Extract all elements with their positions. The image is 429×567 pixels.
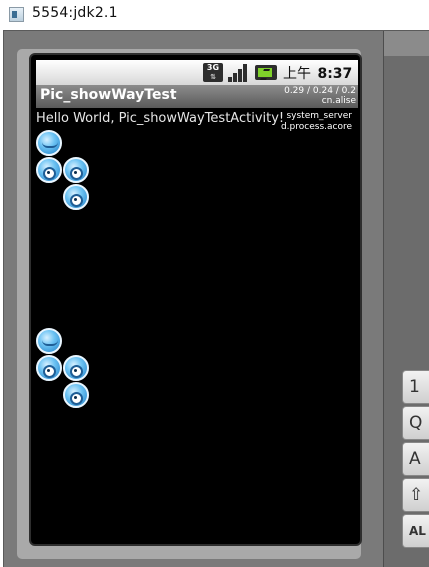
key-shift[interactable]: ⇧	[402, 478, 429, 512]
window-titlebar[interactable]: 5554:jdk2.1	[0, 0, 429, 30]
blob-character-icon	[36, 130, 62, 156]
status-clock: 上午 8:37	[283, 63, 352, 83]
status-bar[interactable]: 3G ⇅ 上午 8:37	[36, 60, 358, 85]
app-title: Pic_showWayTest	[40, 87, 177, 103]
hello-text: Hello World, Pic_showWayTestActivity!	[36, 111, 285, 126]
phone-screen: 3G ⇅ 上午 8:37 Pic_showWayTest 0.29 / 0.24…	[29, 53, 362, 546]
side-panel-header	[384, 31, 429, 56]
key-q[interactable]: Q	[402, 406, 429, 440]
cpu-process: cn.alise	[321, 96, 356, 106]
network-badge: 3G	[206, 63, 220, 72]
blob-character-icon	[63, 184, 89, 210]
battery-icon	[255, 65, 277, 80]
blob-character-icon	[36, 355, 62, 381]
time-value: 8:37	[317, 66, 353, 82]
blob-character-icon	[63, 382, 89, 408]
data-arrows-icon: ⇅	[210, 73, 216, 81]
window-title: 5554:jdk2.1	[32, 5, 118, 21]
signal-icon	[227, 63, 249, 82]
app-titlebar: Pic_showWayTest 0.29 / 0.24 / 0.2 cn.ali…	[36, 85, 358, 108]
process-label-1: system_server	[286, 111, 352, 121]
blob-character-icon	[36, 328, 62, 354]
blob-character-icon	[63, 157, 89, 183]
3g-icon: 3G ⇅	[203, 63, 223, 82]
blob-character-icon	[36, 157, 62, 183]
desktop: 5554:jdk2.1 1 Q A ⇧ AL 3G ⇅ 上午 8:37 Pic_…	[0, 0, 429, 567]
time-prefix: 上午	[283, 66, 311, 82]
key-alt[interactable]: AL	[402, 514, 429, 548]
cpu-load: 0.29 / 0.24 / 0.2	[284, 86, 356, 96]
process-label-2: d.process.acore	[280, 122, 352, 132]
window-icon	[9, 7, 24, 22]
key-1[interactable]: 1	[402, 370, 429, 404]
blob-character-icon	[63, 355, 89, 381]
key-a[interactable]: A	[402, 442, 429, 476]
